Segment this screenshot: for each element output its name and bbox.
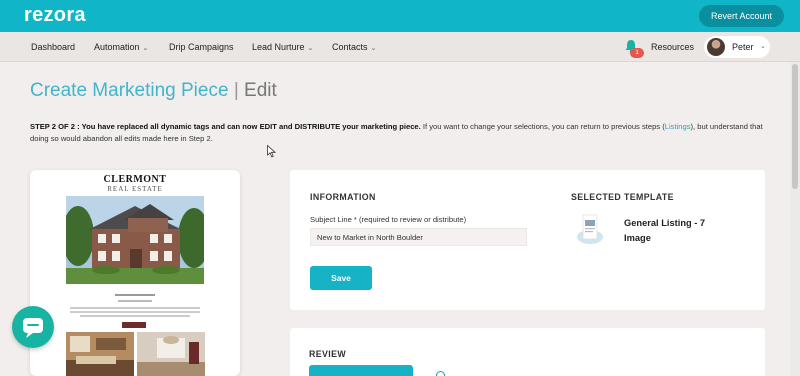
- nav-label: Dashboard: [31, 42, 76, 52]
- nav-label: Drip Campaigns: [169, 42, 234, 52]
- preview-text-line: [115, 294, 155, 296]
- revert-account-button[interactable]: Revert Account: [698, 5, 784, 27]
- review-action-button[interactable]: [309, 365, 413, 376]
- info-icon: [436, 371, 445, 376]
- information-heading: INFORMATION: [310, 192, 376, 202]
- marketing-piece-preview[interactable]: CLERMONT REAL ESTATE: [30, 170, 240, 376]
- nav-drip-campaigns[interactable]: Drip Campaigns: [169, 32, 234, 62]
- nav-automation[interactable]: Automation ⌄: [94, 32, 148, 62]
- review-panel: REVIEW: [290, 328, 765, 376]
- avatar: [707, 38, 725, 56]
- title-separator: |: [233, 80, 239, 101]
- chat-icon: [23, 318, 43, 338]
- cursor-icon: [267, 145, 276, 158]
- nav-contacts[interactable]: Contacts ⌄: [332, 32, 376, 62]
- preview-text-line: [80, 315, 190, 317]
- step-instructions: STEP 2 OF 2 : You have replaced all dyna…: [30, 121, 775, 145]
- resources-link[interactable]: Resources: [651, 32, 694, 62]
- preview-brand-subtitle: REAL ESTATE: [107, 185, 163, 193]
- preview-text-line: [70, 311, 200, 313]
- information-panel: INFORMATION Subject Line * (required to …: [290, 170, 765, 310]
- scrollbar-thumb[interactable]: [792, 64, 798, 189]
- page-title-edit: Edit: [244, 80, 277, 101]
- subject-line-input[interactable]: [310, 228, 527, 246]
- step-text-a: If you want to change your selections, y…: [420, 122, 665, 131]
- save-button[interactable]: Save: [310, 266, 372, 290]
- user-name: Peter: [732, 42, 754, 52]
- nav-label: Contacts: [332, 42, 368, 52]
- step-heading: STEP 2 OF 2 : You have replaced all dyna…: [30, 122, 421, 131]
- chevron-down-icon: ⌄: [760, 43, 766, 50]
- page-title-main: Create Marketing Piece: [30, 80, 229, 101]
- template-thumbnail[interactable]: [575, 212, 605, 246]
- nav-label: Automation: [94, 42, 140, 52]
- template-name: General Listing - 7 Image: [624, 218, 706, 243]
- listings-link[interactable]: Listings: [665, 122, 691, 131]
- preview-text-line: [70, 307, 200, 309]
- chevron-down-icon: ⌄: [307, 45, 314, 52]
- nav-dashboard[interactable]: Dashboard: [31, 32, 75, 62]
- chat-button[interactable]: [12, 306, 54, 348]
- preview-cta-button: [122, 322, 146, 328]
- chevron-down-icon: ⌄: [142, 45, 149, 52]
- page-scrollbar[interactable]: [790, 62, 800, 376]
- preview-brand-name: CLERMONT: [103, 174, 167, 185]
- nav-label: Lead Nurture: [252, 42, 305, 52]
- user-menu[interactable]: Peter ⌄: [704, 36, 770, 58]
- interior-photo: [137, 332, 205, 376]
- preview-text-line: [118, 300, 152, 302]
- chevron-down-icon: ⌄: [370, 45, 377, 52]
- logo[interactable]: rezora: [24, 4, 86, 27]
- top-bar: rezora Revert Account: [0, 0, 800, 32]
- page-title: Create Marketing Piece | Edit: [30, 80, 277, 102]
- main-nav: Dashboard Automation ⌄ Drip Campaigns Lea…: [0, 32, 800, 62]
- nav-lead-nurture[interactable]: Lead Nurture ⌄: [252, 32, 313, 62]
- notification-badge: 1: [630, 48, 644, 58]
- interior-photo: [66, 332, 134, 376]
- subject-line-label: Subject Line * (required to review or di…: [310, 215, 467, 224]
- house-photo: [66, 196, 204, 284]
- review-heading: REVIEW: [309, 349, 347, 359]
- selected-template-heading: SELECTED TEMPLATE: [571, 192, 674, 202]
